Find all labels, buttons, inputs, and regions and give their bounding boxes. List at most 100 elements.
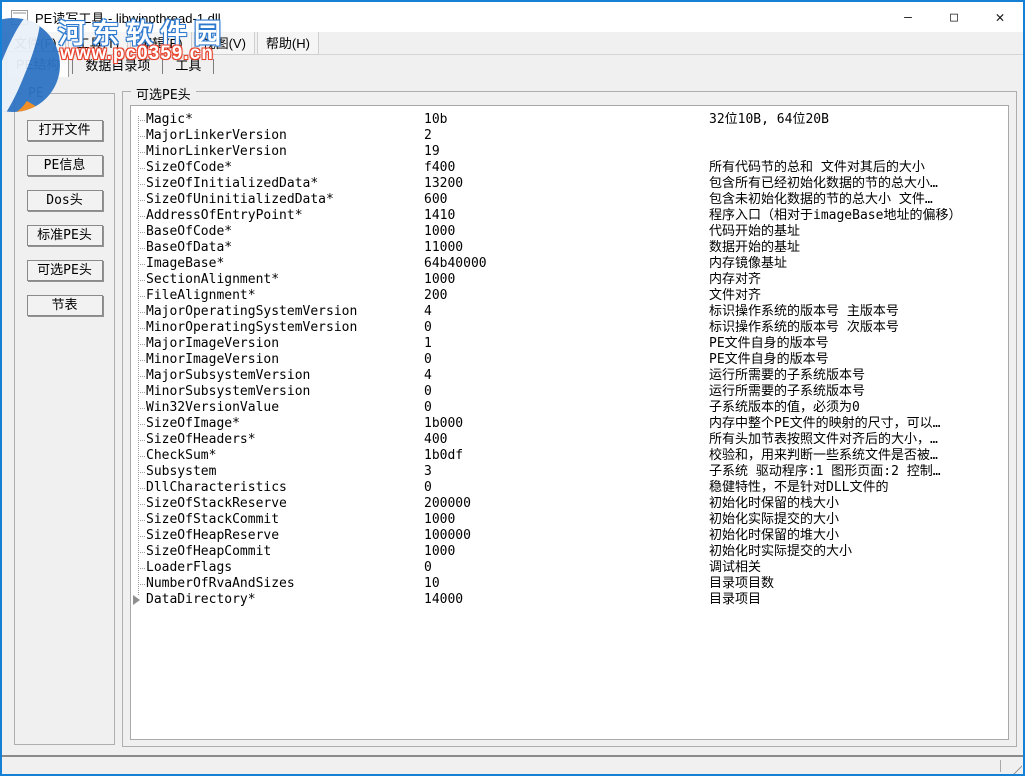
menu-item-5[interactable]: 帮助(H) <box>257 31 319 55</box>
field-value: 3 <box>424 464 709 480</box>
fields-list: Magic*10b32位10B, 64位20BMajorLinkerVersio… <box>130 105 1009 740</box>
table-row[interactable]: MinorSubsystemVersion0运行所需要的子系统版本号 <box>131 384 1008 400</box>
field-name: SizeOfStackReserve <box>146 496 424 512</box>
field-value: 0 <box>424 320 709 336</box>
sidebar-button-1[interactable]: 打开文件 <box>27 120 103 141</box>
tab-3[interactable]: 工具 <box>166 53 210 77</box>
table-row[interactable]: MinorLinkerVersion19 <box>131 144 1008 160</box>
table-row[interactable]: ImageBase*64b40000内存镜像基址 <box>131 256 1008 272</box>
table-row[interactable]: SizeOfUninitializedData*600包含未初始化数据的节的总大… <box>131 192 1008 208</box>
table-row[interactable]: LoaderFlags0调试相关 <box>131 560 1008 576</box>
table-row[interactable]: BaseOfData*11000数据开始的基址 <box>131 240 1008 256</box>
field-value: 11000 <box>424 240 709 256</box>
sidebar-button-3[interactable]: Dos头 <box>27 190 103 211</box>
field-name: SizeOfHeapReserve <box>146 528 424 544</box>
table-row[interactable]: SizeOfStackReserve200000初始化时保留的栈大小 <box>131 496 1008 512</box>
menu-bar: 文件(F)工具(T)编辑(E)视图(V)帮助(H) <box>2 32 1023 55</box>
table-row[interactable]: SectionAlignment*1000内存对齐 <box>131 272 1008 288</box>
field-value: 2 <box>424 128 709 144</box>
field-desc <box>709 128 1008 144</box>
field-value: 1000 <box>424 272 709 288</box>
tree-connector <box>131 496 146 512</box>
tree-connector <box>131 208 146 224</box>
app-window-icon <box>11 10 28 25</box>
field-name: LoaderFlags <box>146 560 424 576</box>
menu-item-2[interactable]: 工具(T) <box>68 31 129 55</box>
tab-1[interactable]: PE结构 <box>6 51 69 77</box>
menu-item-3[interactable]: 编辑(E) <box>130 31 191 55</box>
field-value: 10b <box>424 112 709 128</box>
field-value: 200 <box>424 288 709 304</box>
field-name: MajorSubsystemVersion <box>146 368 424 384</box>
table-row[interactable]: DataDirectory*14000目录项目 <box>131 592 1008 608</box>
field-value: 1410 <box>424 208 709 224</box>
table-row[interactable]: Win32VersionValue0子系统版本的值，必须为0 <box>131 400 1008 416</box>
title-bar[interactable]: PE读写工具 - libwinpthread-1.dll — □ ✕ <box>2 2 1023 32</box>
field-value: 0 <box>424 352 709 368</box>
table-row[interactable]: MajorImageVersion1PE文件自身的版本号 <box>131 336 1008 352</box>
tree-connector <box>131 336 146 352</box>
table-row[interactable]: BaseOfCode*1000代码开始的基址 <box>131 224 1008 240</box>
menu-item-4[interactable]: 视图(V) <box>194 31 255 55</box>
field-name: MinorLinkerVersion <box>146 144 424 160</box>
tab-divider <box>72 59 73 74</box>
field-desc: 内存镜像基址 <box>709 256 1008 272</box>
field-value: 0 <box>424 560 709 576</box>
field-name: SizeOfCode* <box>146 160 424 176</box>
table-row[interactable]: SizeOfHeapCommit1000初始化时实际提交的大小 <box>131 544 1008 560</box>
field-name: Win32VersionValue <box>146 400 424 416</box>
field-value: f400 <box>424 160 709 176</box>
table-row[interactable]: MajorLinkerVersion2 <box>131 128 1008 144</box>
table-row[interactable]: SizeOfImage*1b000内存中整个PE文件的映射的尺寸，可以… <box>131 416 1008 432</box>
table-row[interactable]: MajorSubsystemVersion4运行所需要的子系统版本号 <box>131 368 1008 384</box>
sidebar-button-5[interactable]: 可选PE头 <box>27 260 103 281</box>
close-button[interactable]: ✕ <box>977 2 1023 32</box>
tree-connector <box>131 352 146 368</box>
table-row[interactable]: CheckSum*1b0df校验和，用来判断一些系统文件是否被… <box>131 448 1008 464</box>
table-row[interactable]: AddressOfEntryPoint*1410程序入口（相对于imageBas… <box>131 208 1008 224</box>
field-desc: 包含所有已经初始化数据的节的总大小… <box>709 176 1008 192</box>
field-desc: 所有头加节表按照文件对齐后的大小，… <box>709 432 1008 448</box>
resize-grip-icon[interactable] <box>1007 759 1022 774</box>
sidebar-button-2[interactable]: PE信息 <box>27 155 103 176</box>
expand-arrow-icon[interactable] <box>131 592 146 608</box>
tree-connector <box>131 320 146 336</box>
tree-connector <box>131 528 146 544</box>
table-row[interactable]: SizeOfHeaders*400所有头加节表按照文件对齐后的大小，… <box>131 432 1008 448</box>
tab-2[interactable]: 数据目录项 <box>76 53 159 77</box>
field-name: FileAlignment* <box>146 288 424 304</box>
tree-connector <box>131 448 146 464</box>
tree-connector <box>131 144 146 160</box>
field-name: DataDirectory* <box>146 592 424 608</box>
field-name: SizeOfImage* <box>146 416 424 432</box>
table-row[interactable]: MinorOperatingSystemVersion0标识操作系统的版本号 次… <box>131 320 1008 336</box>
minimize-icon: — <box>904 10 912 25</box>
close-icon: ✕ <box>995 8 1004 26</box>
table-row[interactable]: MinorImageVersion0PE文件自身的版本号 <box>131 352 1008 368</box>
sidebar-button-6[interactable]: 节表 <box>27 295 103 316</box>
window-controls: — □ ✕ <box>885 2 1023 32</box>
table-row[interactable]: NumberOfRvaAndSizes10目录项目数 <box>131 576 1008 592</box>
table-row[interactable]: MajorOperatingSystemVersion4标识操作系统的版本号 主… <box>131 304 1008 320</box>
table-row[interactable]: FileAlignment*200文件对齐 <box>131 288 1008 304</box>
table-row[interactable]: DllCharacteristics0稳健特性，不是针对DLL文件的 <box>131 480 1008 496</box>
optional-header-groupbox: 可选PE头 Magic*10b32位10B, 64位20BMajorLinker… <box>122 91 1017 747</box>
field-value: 1b000 <box>424 416 709 432</box>
field-name: SizeOfUninitializedData* <box>146 192 424 208</box>
table-row[interactable]: SizeOfHeapReserve100000初始化时保留的堆大小 <box>131 528 1008 544</box>
table-row[interactable]: Magic*10b32位10B, 64位20B <box>131 112 1008 128</box>
table-row[interactable]: SizeOfStackCommit1000初始化实际提交的大小 <box>131 512 1008 528</box>
maximize-icon: □ <box>950 10 958 25</box>
sidebar-buttons: 打开文件 PE信息 Dos头标准PE头可选PE头节表 <box>15 94 114 316</box>
field-desc: PE文件自身的版本号 <box>709 336 1008 352</box>
table-row[interactable]: Subsystem3子系统 驱动程序:1 图形页面:2 控制… <box>131 464 1008 480</box>
sidebar-button-4[interactable]: 标准PE头 <box>27 225 103 246</box>
minimize-button[interactable]: — <box>885 2 931 32</box>
field-name: CheckSum* <box>146 448 424 464</box>
table-row[interactable]: SizeOfCode*f400所有代码节的总和 文件对其后的大小 <box>131 160 1008 176</box>
table-row[interactable]: SizeOfInitializedData*13200包含所有已经初始化数据的节… <box>131 176 1008 192</box>
maximize-button[interactable]: □ <box>931 2 977 32</box>
tree-connector <box>131 112 146 128</box>
field-value: 1b0df <box>424 448 709 464</box>
field-name: MinorSubsystemVersion <box>146 384 424 400</box>
